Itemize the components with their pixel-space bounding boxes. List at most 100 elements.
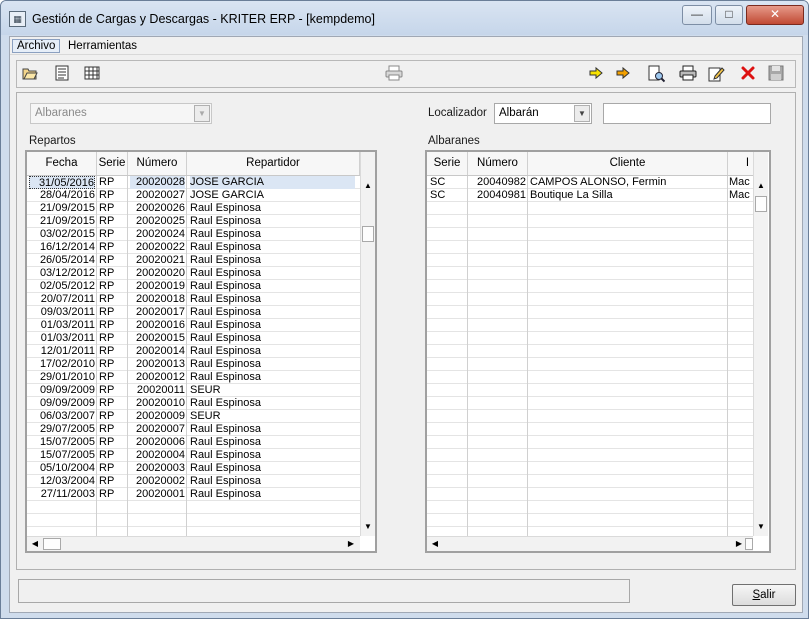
save-icon[interactable] — [767, 65, 785, 83]
table-row[interactable]: 15/07/2005 RP 20020006 Raul Espinosa — [27, 436, 360, 449]
menu-herramientas[interactable]: Herramientas — [64, 39, 141, 53]
table-cell: Boutique La Silla — [530, 189, 613, 201]
scroll-thumb[interactable] — [755, 196, 767, 212]
table-row[interactable]: 29/07/2005 RP 20020007 Raul Espinosa — [27, 423, 360, 436]
scroll-down-icon[interactable]: ▼ — [754, 520, 768, 534]
table-row[interactable]: 03/12/2012 RP 20020020 Raul Espinosa — [27, 267, 360, 280]
open-folder-icon[interactable] — [21, 65, 39, 83]
table-row[interactable]: 09/09/2009 RP 20020011 SEUR — [27, 384, 360, 397]
main-window: ▦ Gestión de Cargas y Descargas - KRITER… — [0, 0, 809, 619]
repartos-hscroll[interactable]: ◀ ▶ — [27, 536, 360, 551]
title-bar[interactable]: ▦ Gestión de Cargas y Descargas - KRITER… — [1, 1, 808, 35]
table-row[interactable]: 06/03/2007 RP 20020009 SEUR — [27, 410, 360, 423]
scroll-right-icon[interactable]: ▶ — [732, 537, 746, 551]
repartos-grid[interactable]: Fecha Serie Número Repartidor 31/05/2016… — [25, 150, 377, 553]
table-row[interactable]: 03/02/2015 RP 20020024 Raul Espinosa — [27, 228, 360, 241]
table-cell: 20020012 — [136, 371, 185, 383]
table-row[interactable]: 09/09/2009 RP 20020010 Raul Espinosa — [27, 397, 360, 410]
maximize-button[interactable]: □ — [715, 5, 743, 25]
albaranes-hscroll[interactable]: ◀ ▶ — [427, 536, 753, 551]
table-row[interactable]: 29/01/2010 RP 20020012 Raul Espinosa — [27, 371, 360, 384]
table-cell: 20020026 — [136, 202, 185, 214]
albaranes-rows: SC 20040982 CAMPOS ALONSO, Fermin Mac SC 2004… — [427, 176, 753, 536]
arrow-double-icon[interactable] — [614, 65, 632, 83]
repartos-rows: 31/05/2016 RP 20020028 JOSE GARCIA 28/04/201… — [27, 176, 360, 536]
table-cell: Raul Espinosa — [190, 436, 261, 448]
minimize-button[interactable]: — — [682, 5, 712, 25]
table-row[interactable]: 02/05/2012 RP 20020019 Raul Espinosa — [27, 280, 360, 293]
col-repartidor[interactable]: Repartidor — [187, 152, 360, 175]
table-cell: 20020013 — [136, 358, 185, 370]
table-cell: Raul Espinosa — [190, 345, 261, 357]
scroll-thumb[interactable] — [745, 538, 753, 550]
albaranes-vscroll[interactable]: ▲ ▼ — [753, 152, 768, 536]
table-cell: 20020003 — [136, 462, 185, 474]
form-view-icon[interactable] — [53, 65, 71, 83]
localizador-input[interactable] — [603, 103, 771, 124]
chevron-down-icon[interactable]: ▼ — [574, 105, 590, 122]
grid-view-icon[interactable] — [83, 65, 101, 83]
print-icon[interactable] — [679, 65, 697, 83]
work-panel: Albaranes ▼ Localizador Albarán ▼ Repart… — [16, 92, 796, 570]
table-row[interactable]: 28/04/2016 RP 20020027 JOSE GARCIA — [27, 189, 360, 202]
table-cell: 02/05/2012 — [39, 280, 95, 292]
table-cell: RP — [99, 488, 115, 500]
table-cell: 20020001 — [136, 488, 185, 500]
table-cell: Raul Espinosa — [190, 462, 261, 474]
scroll-left-icon[interactable]: ◀ — [28, 537, 42, 551]
scroll-up-icon[interactable]: ▲ — [754, 179, 768, 193]
table-row[interactable]: SC 20040982 CAMPOS ALONSO, Fermin Mac — [427, 176, 753, 189]
client-area: Archivo Herramientas Albaranes ▼ Localiz… — [9, 36, 803, 613]
table-row[interactable]: SC 20040981 Boutique La Silla Mac — [427, 189, 753, 202]
menu-archivo[interactable]: Archivo — [12, 39, 61, 53]
table-row[interactable]: 31/05/2016 RP 20020028 JOSE GARCIA — [27, 176, 360, 189]
repartos-header: Fecha Serie Número Repartidor — [27, 152, 360, 176]
col-cliente[interactable]: Cliente — [528, 152, 728, 175]
menu-bar: Archivo Herramientas — [10, 37, 802, 55]
table-cell: Raul Espinosa — [190, 319, 261, 331]
table-row[interactable]: 12/01/2011 RP 20020014 Raul Espinosa — [27, 345, 360, 358]
col-numero[interactable]: Número — [128, 152, 187, 175]
scroll-down-icon[interactable]: ▼ — [361, 520, 375, 534]
table-row[interactable]: 12/03/2004 RP 20020002 Raul Espinosa — [27, 475, 360, 488]
table-cell: 20040981 — [477, 189, 526, 201]
delete-icon[interactable] — [739, 65, 757, 83]
chevron-down-icon: ▼ — [194, 105, 210, 122]
col-numero[interactable]: Número — [468, 152, 528, 175]
table-cell: 20020011 — [136, 384, 185, 396]
close-window-button[interactable]: ✕ — [746, 5, 804, 25]
table-row[interactable]: 05/10/2004 RP 20020003 Raul Espinosa — [27, 462, 360, 475]
document-search-icon[interactable] — [647, 65, 666, 83]
table-cell: RP — [99, 436, 115, 448]
table-cell: 09/09/2009 — [39, 384, 95, 396]
arrow-right-icon[interactable] — [587, 65, 605, 83]
table-row[interactable]: 01/03/2011 RP 20020015 Raul Espinosa — [27, 332, 360, 345]
repartos-vscroll[interactable]: ▲ ▼ — [360, 152, 375, 536]
table-cell: Raul Espinosa — [190, 293, 261, 305]
table-cell: RP — [99, 293, 115, 305]
table-row[interactable]: 17/02/2010 RP 20020013 Raul Espinosa — [27, 358, 360, 371]
scroll-left-icon[interactable]: ◀ — [428, 537, 442, 551]
table-row[interactable]: 15/07/2005 RP 20020004 Raul Espinosa — [27, 449, 360, 462]
table-row[interactable]: 09/03/2011 RP 20020017 Raul Espinosa — [27, 306, 360, 319]
table-row[interactable]: 26/05/2014 RP 20020021 Raul Espinosa — [27, 254, 360, 267]
scroll-up-icon[interactable]: ▲ — [361, 179, 375, 193]
scroll-thumb[interactable] — [362, 226, 374, 242]
col-fecha[interactable]: Fecha — [27, 152, 97, 175]
col-serie[interactable]: Serie — [427, 152, 468, 175]
col-serie[interactable]: Serie — [97, 152, 128, 175]
table-row[interactable]: 21/09/2015 RP 20020025 Raul Espinosa — [27, 215, 360, 228]
albaranes-grid[interactable]: Serie Número Cliente I SC 20040982 CAMPOS … — [425, 150, 771, 553]
table-row[interactable]: 01/03/2011 RP 20020016 Raul Espinosa — [27, 319, 360, 332]
salir-button[interactable]: Salir — [732, 584, 796, 606]
table-row[interactable]: 27/11/2003 RP 20020001 Raul Espinosa — [27, 488, 360, 501]
print-preview-icon[interactable] — [385, 65, 403, 83]
table-cell: 21/09/2015 — [39, 202, 95, 214]
table-row[interactable]: 16/12/2014 RP 20020022 Raul Espinosa — [27, 241, 360, 254]
table-row[interactable]: 20/07/2011 RP 20020018 Raul Espinosa — [27, 293, 360, 306]
localizador-combo[interactable]: Albarán ▼ — [494, 103, 592, 124]
edit-icon[interactable] — [707, 65, 725, 83]
scroll-right-icon[interactable]: ▶ — [344, 537, 358, 551]
table-row[interactable]: 21/09/2015 RP 20020026 Raul Espinosa — [27, 202, 360, 215]
scroll-thumb[interactable] — [43, 538, 61, 550]
